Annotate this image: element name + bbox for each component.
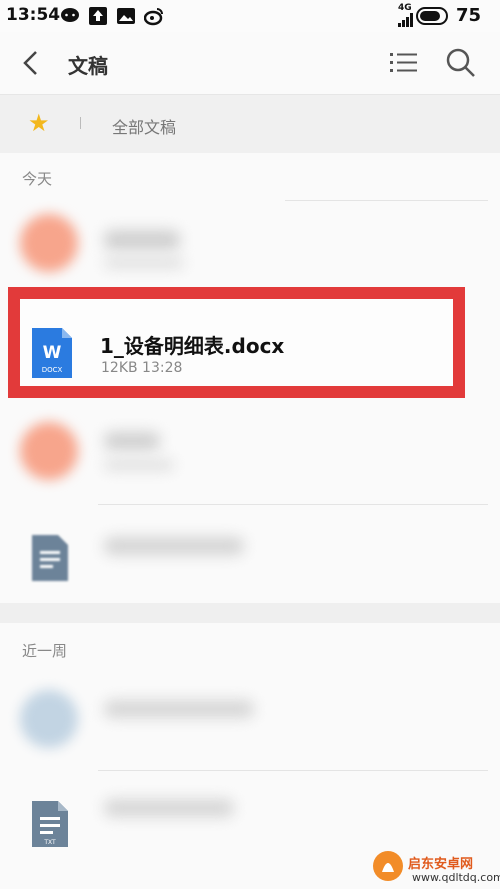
blurred-file-name xyxy=(104,230,180,250)
battery-icon xyxy=(416,7,448,25)
blurred-file-name xyxy=(104,799,234,817)
blurred-file-meta xyxy=(104,460,174,470)
list-view-icon[interactable] xyxy=(388,48,420,78)
file-thumbnail xyxy=(20,214,78,272)
file-name[interactable]: 1_设备明细表.docx xyxy=(100,330,284,359)
chat-icon xyxy=(61,8,79,22)
blurred-file-name xyxy=(104,700,254,718)
watermark-logo-icon xyxy=(373,851,403,881)
page-title: 文稿 xyxy=(68,54,108,78)
docx-icon-ext: DOCX xyxy=(42,366,63,374)
breadcrumb-divider xyxy=(80,117,81,129)
list-item[interactable] xyxy=(0,400,500,500)
network-type: 4G xyxy=(398,3,412,13)
file-meta: 12KB 13:28 xyxy=(101,360,183,376)
upload-icon xyxy=(89,7,107,25)
list-item[interactable] xyxy=(0,670,500,770)
breadcrumb-all-documents[interactable]: 全部文稿 xyxy=(112,114,176,138)
watermark-brand: 启东安卓网 xyxy=(408,857,474,872)
txt-file-icon xyxy=(32,535,68,581)
list-item[interactable] xyxy=(0,200,500,300)
file-thumbnail xyxy=(20,690,78,748)
watermark-url: www.qdltdq.com xyxy=(412,871,500,884)
list-item[interactable] xyxy=(0,505,500,605)
status-bar: 13:54 4G 75 xyxy=(0,0,500,32)
blurred-file-name xyxy=(104,537,244,555)
section-label-today: 今天 xyxy=(22,170,53,188)
blurred-file-meta xyxy=(104,258,184,268)
file-thumbnail xyxy=(20,422,78,480)
txt-icon-label: TXT xyxy=(43,839,56,846)
docx-file-icon: W DOCX xyxy=(32,328,72,378)
docx-icon-letter: W xyxy=(43,343,62,363)
section-label-week: 近一周 xyxy=(22,642,68,660)
status-time: 13:54 xyxy=(6,5,61,25)
section-gap xyxy=(0,603,500,623)
signal-icon xyxy=(398,13,413,27)
app-bar: 文稿 xyxy=(0,32,500,94)
divider xyxy=(98,770,488,771)
star-icon[interactable]: ★ xyxy=(28,109,50,137)
breadcrumb: ★ 全部文稿 xyxy=(0,94,500,153)
back-icon[interactable] xyxy=(18,48,46,78)
battery-percent: 75 xyxy=(456,5,482,26)
weibo-icon xyxy=(144,8,163,26)
blurred-file-name xyxy=(104,432,160,450)
txt-file-icon: TXT xyxy=(32,801,68,847)
image-icon xyxy=(117,8,135,24)
search-icon[interactable] xyxy=(444,46,478,80)
